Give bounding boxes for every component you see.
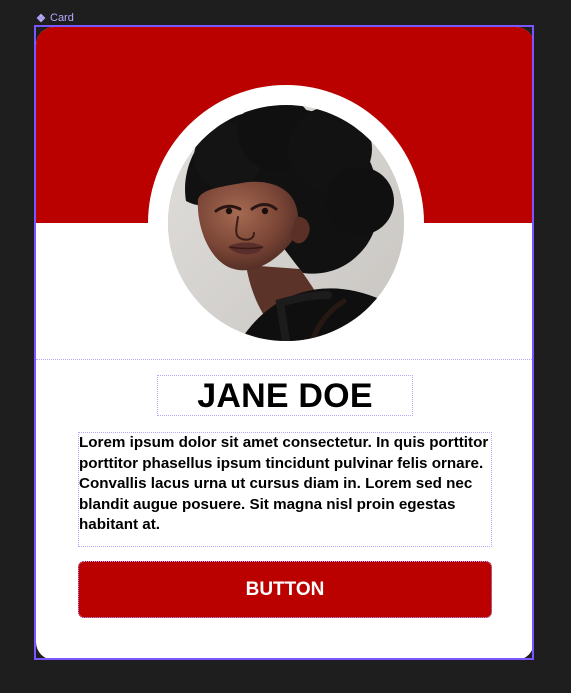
profile-card: JANE DOE Lorem ipsum dolor sit amet cons… [36, 27, 534, 660]
primary-button[interactable]: BUTTON [78, 561, 492, 618]
avatar-ring [148, 85, 424, 361]
frame-label[interactable]: Card [36, 11, 74, 25]
profile-bio: Lorem ipsum dolor sit amet consectetur. … [79, 434, 489, 533]
profile-name: JANE DOE [197, 376, 373, 415]
component-icon [36, 13, 46, 23]
content-divider [36, 359, 534, 360]
name-box: JANE DOE [157, 375, 413, 416]
frame-label-text: Card [50, 12, 74, 24]
bio-box: Lorem ipsum dolor sit amet consectetur. … [78, 432, 492, 547]
avatar-image [168, 105, 404, 341]
avatar [168, 105, 404, 341]
